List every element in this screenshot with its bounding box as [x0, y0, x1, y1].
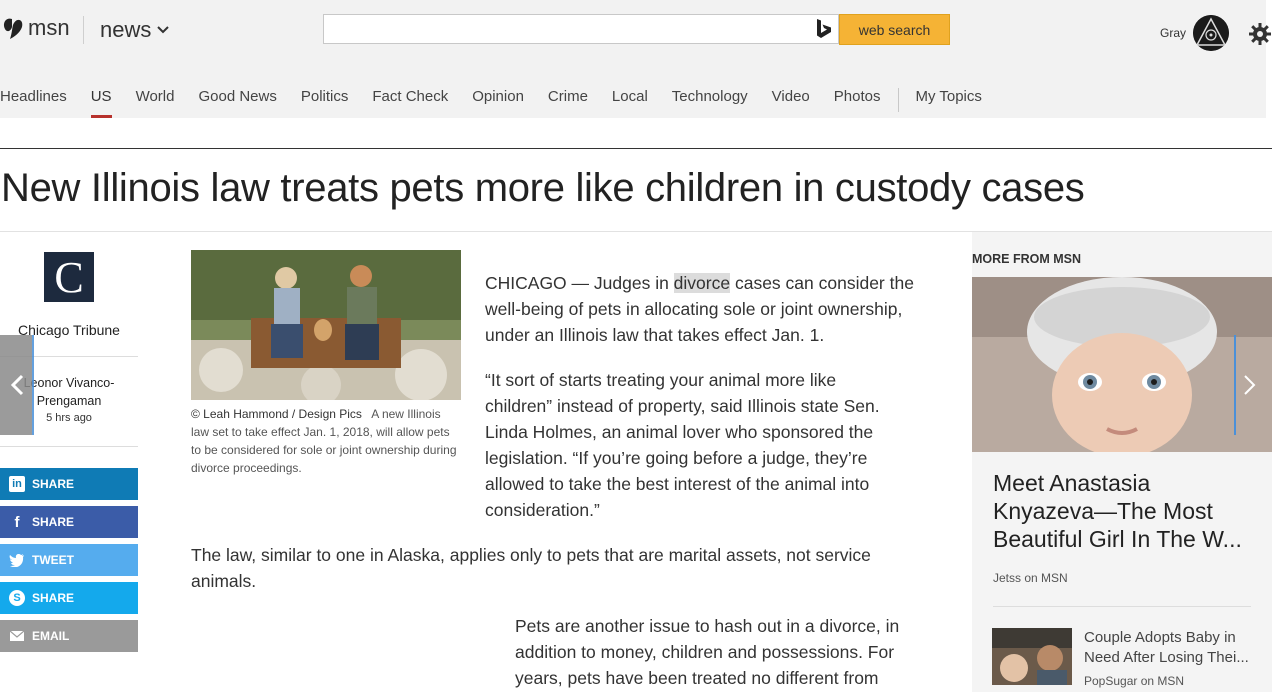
paragraph-text: CHICAGO — Judges in	[485, 273, 674, 293]
story-title[interactable]: Couple Adopts Baby in Need After Losing …	[1084, 628, 1254, 668]
tweet-label: TWEET	[32, 553, 74, 567]
article-photo[interactable]	[191, 250, 461, 400]
envelope-icon	[9, 628, 25, 644]
featured-story-title[interactable]: Meet Anastasia Knyazeva—The Most Beautif…	[993, 469, 1253, 553]
nav-item-opinion[interactable]: Opinion	[472, 88, 524, 118]
photo-caption: © Leah Hammond / Design Pics A new Illin…	[191, 405, 461, 477]
search-input[interactable]	[323, 14, 839, 44]
nav-divider	[898, 88, 900, 112]
nav-item-world[interactable]: World	[136, 88, 175, 118]
logo-text: msn	[28, 15, 70, 40]
logo-divider	[83, 16, 84, 44]
nav-item-politics[interactable]: Politics	[301, 88, 349, 118]
photo-credit: © Leah Hammond / Design Pics	[191, 407, 362, 421]
article-paragraph: The law, similar to one in Alaska, appli…	[191, 545, 871, 591]
facebook-share-button[interactable]: f SHARE	[0, 506, 138, 538]
previous-article-button[interactable]	[0, 335, 34, 435]
share-label: SHARE	[32, 591, 75, 605]
chevron-left-icon	[10, 374, 24, 396]
linkedin-icon: in	[9, 476, 25, 492]
email-share-button[interactable]: EMAIL	[0, 620, 138, 652]
twitter-tweet-button[interactable]: TWEET	[0, 544, 138, 576]
share-label: SHARE	[32, 477, 75, 491]
section-dropdown[interactable]: news	[100, 17, 170, 43]
nav-item-us[interactable]: US	[90, 88, 112, 118]
nav-item-video[interactable]: Video	[772, 88, 810, 118]
gear-icon[interactable]	[1248, 22, 1272, 46]
next-story-button[interactable]	[1234, 335, 1266, 435]
nav-item-technology[interactable]: Technology	[672, 88, 748, 118]
nav-item-my-topics[interactable]: My Topics	[915, 88, 981, 118]
more-from-msn-title: MORE FROM MSN	[972, 252, 1082, 266]
chevron-right-icon	[1244, 375, 1256, 395]
facebook-icon: f	[14, 513, 20, 531]
email-label: EMAIL	[32, 629, 70, 643]
butterfly-icon	[3, 18, 23, 39]
share-label: SHARE	[32, 515, 75, 529]
featured-story-source: Jetss on MSN	[993, 571, 1068, 585]
category-nav: Headlines US World Good News Politics Fa…	[0, 88, 1006, 118]
article-headline: New Illinois law treats pets more like c…	[1, 166, 1085, 210]
bing-icon	[817, 19, 831, 38]
linkedin-share-button[interactable]: in SHARE	[0, 468, 138, 500]
msn-logo[interactable]: msn	[2, 15, 70, 41]
section-label: news	[100, 17, 152, 42]
chicago-tribune-logo[interactable]: C	[44, 252, 94, 302]
story-thumbnail[interactable]	[992, 628, 1072, 685]
article-paragraph: Pets are another issue to hash out in a …	[515, 616, 900, 688]
highlighted-word[interactable]: divorce	[673, 273, 731, 293]
nav-item-good-news[interactable]: Good News	[198, 88, 276, 118]
nav-item-fact-check[interactable]: Fact Check	[372, 88, 448, 118]
nav-item-local[interactable]: Local	[612, 88, 648, 118]
featured-story-image[interactable]	[972, 277, 1272, 452]
story-divider	[993, 606, 1251, 607]
nav-item-headlines[interactable]: Headlines	[0, 88, 67, 118]
avatar[interactable]	[1193, 15, 1229, 51]
article-paragraph: “It sort of starts treating your animal …	[485, 370, 880, 520]
chevron-down-icon	[157, 26, 170, 34]
web-search-button[interactable]: web search	[839, 14, 950, 45]
avatar-image	[1193, 15, 1229, 51]
headline-rule	[0, 148, 1272, 149]
twitter-icon	[9, 552, 25, 568]
skype-icon: S	[9, 590, 25, 606]
story-source: PopSugar on MSN	[1084, 674, 1185, 688]
author-divider	[0, 446, 138, 447]
user-name[interactable]: Gray	[1160, 26, 1186, 40]
skype-share-button[interactable]: S SHARE	[0, 582, 138, 614]
nav-item-photos[interactable]: Photos	[834, 88, 881, 118]
nav-item-crime[interactable]: Crime	[548, 88, 588, 118]
article-paragraph: CHICAGO — Judges in divorce cases can co…	[485, 270, 930, 348]
